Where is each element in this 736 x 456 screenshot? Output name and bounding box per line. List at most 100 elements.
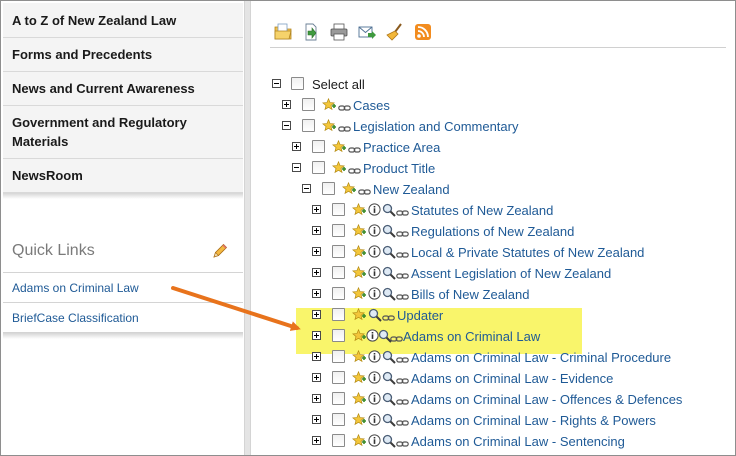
expand-icon[interactable] (312, 331, 321, 340)
link-icon[interactable] (382, 311, 395, 326)
info-icon[interactable] (368, 245, 381, 261)
link-icon[interactable] (338, 122, 351, 137)
tree-node-label[interactable]: Local & Private Statutes of New Zealand (411, 244, 644, 261)
add-favorite-icon[interactable] (342, 181, 357, 199)
expand-icon[interactable] (312, 373, 321, 382)
add-favorite-icon[interactable] (352, 265, 367, 283)
expand-icon[interactable] (312, 289, 321, 298)
add-favorite-icon[interactable] (352, 349, 367, 367)
add-favorite-icon[interactable] (352, 433, 367, 451)
nav-government-regulatory[interactable]: Government and Regulatory Materials (3, 106, 243, 159)
link-icon[interactable] (348, 143, 361, 158)
tree-checkbox[interactable] (332, 287, 345, 300)
expand-icon[interactable] (312, 268, 321, 277)
tree-checkbox[interactable] (332, 203, 345, 216)
tree-node-label[interactable]: Adams on Criminal Law - Evidence (411, 370, 613, 387)
add-favorite-icon[interactable] (352, 307, 367, 325)
tree-checkbox[interactable] (322, 182, 335, 195)
add-favorite-icon[interactable] (352, 286, 367, 304)
info-icon[interactable] (368, 287, 381, 303)
search-icon[interactable] (382, 434, 396, 451)
tree-checkbox[interactable] (302, 119, 315, 132)
clear-broom-icon[interactable] (386, 23, 404, 41)
search-icon[interactable] (382, 224, 396, 241)
expand-icon[interactable] (282, 100, 291, 109)
search-icon[interactable] (382, 287, 396, 304)
tree-checkbox[interactable] (332, 224, 345, 237)
search-icon[interactable] (382, 413, 396, 430)
collapse-icon[interactable] (292, 163, 301, 172)
tree-node-label[interactable]: Product Title (363, 160, 435, 177)
open-folder-icon[interactable] (274, 23, 292, 41)
tree-checkbox[interactable] (332, 392, 345, 405)
tree-checkbox[interactable] (332, 329, 345, 342)
link-icon[interactable] (396, 227, 409, 242)
expand-icon[interactable] (312, 226, 321, 235)
tree-node-label[interactable]: Cases (353, 97, 390, 114)
info-icon[interactable] (368, 413, 381, 429)
tree-checkbox[interactable] (332, 371, 345, 384)
search-icon[interactable] (382, 371, 396, 388)
tree-checkbox[interactable] (332, 350, 345, 363)
link-icon[interactable] (396, 248, 409, 263)
info-icon[interactable] (368, 224, 381, 240)
add-favorite-icon[interactable] (322, 118, 337, 136)
expand-icon[interactable] (312, 247, 321, 256)
tree-node-label[interactable]: Practice Area (363, 139, 440, 156)
tree-node-label[interactable]: Adams on Criminal Law - Sentencing (411, 433, 625, 450)
email-icon[interactable] (358, 23, 376, 41)
add-favorite-icon[interactable] (352, 223, 367, 241)
add-favorite-icon[interactable] (332, 139, 347, 157)
pencil-edit-icon[interactable] (211, 242, 229, 260)
collapse-icon[interactable] (302, 184, 311, 193)
info-icon[interactable] (368, 434, 381, 450)
add-favorite-icon[interactable] (352, 391, 367, 409)
link-icon[interactable] (396, 269, 409, 284)
search-icon[interactable] (368, 308, 382, 325)
info-icon[interactable] (368, 392, 381, 408)
link-icon[interactable] (348, 164, 361, 179)
nav-forms-precedents[interactable]: Forms and Precedents (3, 38, 243, 72)
link-icon[interactable] (396, 395, 409, 410)
expand-icon[interactable] (312, 394, 321, 403)
collapse-icon[interactable] (282, 121, 291, 130)
link-icon[interactable] (338, 101, 351, 116)
print-icon[interactable] (330, 23, 348, 41)
expand-icon[interactable] (312, 352, 321, 361)
tree-node-label[interactable]: Regulations of New Zealand (411, 223, 574, 240)
search-icon[interactable] (382, 245, 396, 262)
link-icon[interactable] (396, 437, 409, 452)
expand-icon[interactable] (312, 436, 321, 445)
add-favorite-icon[interactable] (352, 370, 367, 388)
add-favorite-icon[interactable] (352, 328, 367, 346)
rss-feed-icon[interactable] (414, 23, 432, 41)
info-icon[interactable] (368, 203, 381, 219)
tree-checkbox[interactable] (332, 434, 345, 447)
tree-node-label[interactable]: Adams on Criminal Law - Criminal Procedu… (411, 349, 671, 366)
nav-news-current-awareness[interactable]: News and Current Awareness (3, 72, 243, 106)
tree-checkbox[interactable] (302, 98, 315, 111)
tree-checkbox[interactable] (312, 140, 325, 153)
tree-checkbox[interactable] (332, 266, 345, 279)
tree-node-label[interactable]: Adams on Criminal Law - Rights & Powers (411, 412, 656, 429)
tree-node-label[interactable]: Statutes of New Zealand (411, 202, 553, 219)
tree-checkbox[interactable] (332, 413, 345, 426)
export-document-icon[interactable] (302, 23, 320, 41)
tree-node-label[interactable]: Legislation and Commentary (353, 118, 518, 135)
tree-node-label[interactable]: Adams on Criminal Law - Offences & Defen… (411, 391, 682, 408)
tree-node-label[interactable]: Assent Legislation of New Zealand (411, 265, 611, 282)
link-icon[interactable] (358, 185, 371, 200)
expand-icon[interactable] (292, 142, 301, 151)
add-favorite-icon[interactable] (352, 202, 367, 220)
add-favorite-icon[interactable] (352, 412, 367, 430)
search-icon[interactable] (382, 266, 396, 283)
collapse-icon[interactable] (272, 79, 281, 88)
nav-newsroom[interactable]: NewsRoom (3, 159, 243, 193)
search-icon[interactable] (382, 350, 396, 367)
tree-node-label[interactable]: Adams on Criminal Law (403, 328, 540, 345)
link-icon[interactable] (396, 374, 409, 389)
link-icon[interactable] (396, 206, 409, 221)
add-favorite-icon[interactable] (352, 244, 367, 262)
info-icon[interactable] (368, 350, 381, 366)
info-icon[interactable] (368, 371, 381, 387)
